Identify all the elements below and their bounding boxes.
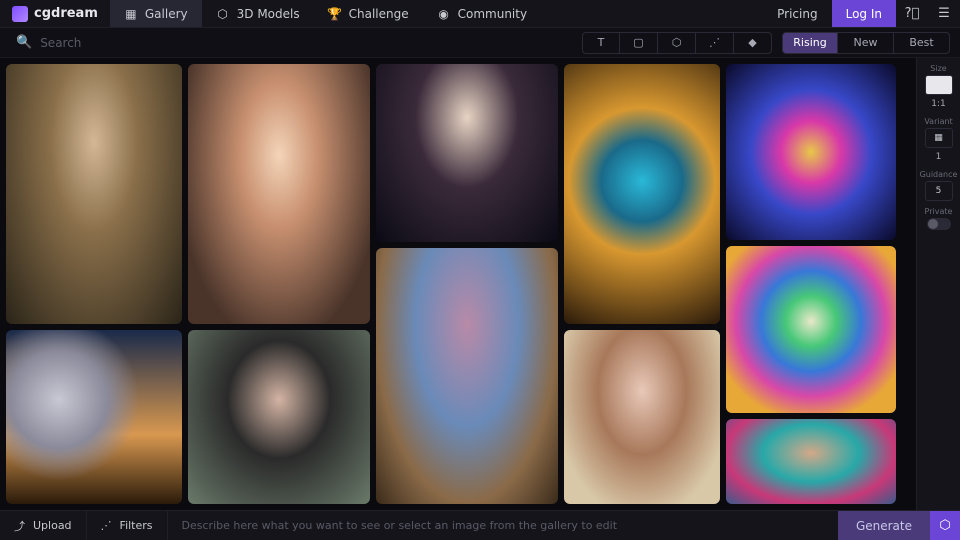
sort-rising[interactable]: Rising: [782, 32, 838, 54]
prompt-input[interactable]: Describe here what you want to see or se…: [168, 519, 838, 532]
topbar-right: Pricing Log In ?⃝ ☰: [763, 0, 960, 27]
filters-icon: ⋰: [101, 519, 112, 532]
gallery-tile[interactable]: [188, 64, 370, 324]
gallery-grid: [0, 58, 916, 510]
filters-button[interactable]: ⋰ Filters: [87, 511, 168, 540]
discord-icon: ◉: [437, 7, 451, 21]
image-icon: ▢: [633, 36, 643, 49]
bottom-bar: ⤴ Upload ⋰ Filters Describe here what yo…: [0, 510, 960, 540]
variant-value: 1: [936, 152, 942, 162]
gallery-tile[interactable]: [6, 64, 182, 324]
nav-community-label: Community: [458, 7, 527, 21]
help-icon[interactable]: ?⃝: [896, 0, 928, 27]
gallery-tile[interactable]: [564, 330, 720, 504]
brand-name: cgdream: [34, 6, 98, 21]
upload-icon: ⤴: [14, 518, 25, 534]
cube-icon: ⬡: [939, 518, 950, 533]
variant-label: Variant: [924, 117, 952, 126]
nav-3d-models[interactable]: ⬡ 3D Models: [202, 0, 314, 27]
search-icon: 🔍: [16, 35, 32, 50]
nav-models-label: 3D Models: [237, 7, 300, 21]
tool-poly[interactable]: ◆: [734, 32, 772, 54]
guidance-selector[interactable]: 5: [925, 181, 953, 201]
nav-gallery-label: Gallery: [145, 7, 188, 21]
gallery-tile[interactable]: [6, 330, 182, 504]
logo[interactable]: cgdream: [0, 6, 110, 22]
lines-icon: ⋰: [709, 36, 720, 49]
size-value: 1:1: [931, 99, 945, 109]
nav-community[interactable]: ◉ Community: [423, 0, 541, 27]
tool-cube[interactable]: ⬡: [658, 32, 696, 54]
tool-group: T ▢ ⬡ ⋰ ◆: [582, 32, 772, 54]
gallery-tile[interactable]: [376, 248, 558, 504]
cube-icon: ⬡: [672, 36, 682, 49]
logo-mark-icon: [12, 6, 28, 22]
nav-gallery[interactable]: ▦ Gallery: [110, 0, 202, 27]
nav-challenge-label: Challenge: [349, 7, 409, 21]
variant-selector[interactable]: ▦: [925, 128, 953, 148]
gallery-tile[interactable]: [726, 246, 896, 414]
top-bar: cgdream ▦ Gallery ⬡ 3D Models 🏆 Challeng…: [0, 0, 960, 28]
sort-new[interactable]: New: [838, 32, 894, 54]
tool-text[interactable]: T: [582, 32, 620, 54]
nav-challenge[interactable]: 🏆 Challenge: [314, 0, 423, 27]
gallery-tile[interactable]: [564, 64, 720, 324]
private-label: Private: [925, 207, 953, 216]
main-content: Size 1:1 Variant ▦ 1 Guidance 5 Private: [0, 58, 960, 510]
private-toggle[interactable]: [927, 218, 951, 230]
right-sidebar: Size 1:1 Variant ▦ 1 Guidance 5 Private: [916, 58, 960, 510]
size-label: Size: [930, 64, 946, 73]
gallery-tile[interactable]: [726, 419, 896, 504]
sort-group: Rising New Best: [782, 32, 950, 54]
filters-label: Filters: [120, 519, 153, 532]
cube-icon: ⬡: [216, 7, 230, 21]
gallery-tile[interactable]: [188, 330, 370, 504]
gallery-tile[interactable]: [376, 64, 558, 242]
prompt-placeholder: Describe here what you want to see or se…: [182, 519, 618, 532]
gallery-icon: ▦: [124, 7, 138, 21]
size-selector[interactable]: [925, 75, 953, 95]
sort-best[interactable]: Best: [894, 32, 950, 54]
generate-button[interactable]: Generate: [838, 511, 930, 540]
search-input[interactable]: 🔍 Search: [10, 35, 87, 50]
tool-image[interactable]: ▢: [620, 32, 658, 54]
login-button[interactable]: Log In: [832, 0, 896, 27]
guidance-label: Guidance: [920, 170, 958, 179]
search-placeholder: Search: [40, 36, 81, 50]
poly-icon: ◆: [748, 36, 756, 49]
pricing-link[interactable]: Pricing: [763, 0, 831, 27]
upload-label: Upload: [33, 519, 72, 532]
gallery-tile[interactable]: [726, 64, 896, 240]
tool-lines[interactable]: ⋰: [696, 32, 734, 54]
generate-cube-button[interactable]: ⬡: [930, 511, 960, 540]
menu-icon[interactable]: ☰: [928, 0, 960, 27]
trophy-icon: 🏆: [328, 7, 342, 21]
upload-button[interactable]: ⤴ Upload: [0, 511, 87, 540]
main-nav: ▦ Gallery ⬡ 3D Models 🏆 Challenge ◉ Comm…: [110, 0, 541, 27]
sub-bar: 🔍 Search T ▢ ⬡ ⋰ ◆ Rising New Best: [0, 28, 960, 58]
